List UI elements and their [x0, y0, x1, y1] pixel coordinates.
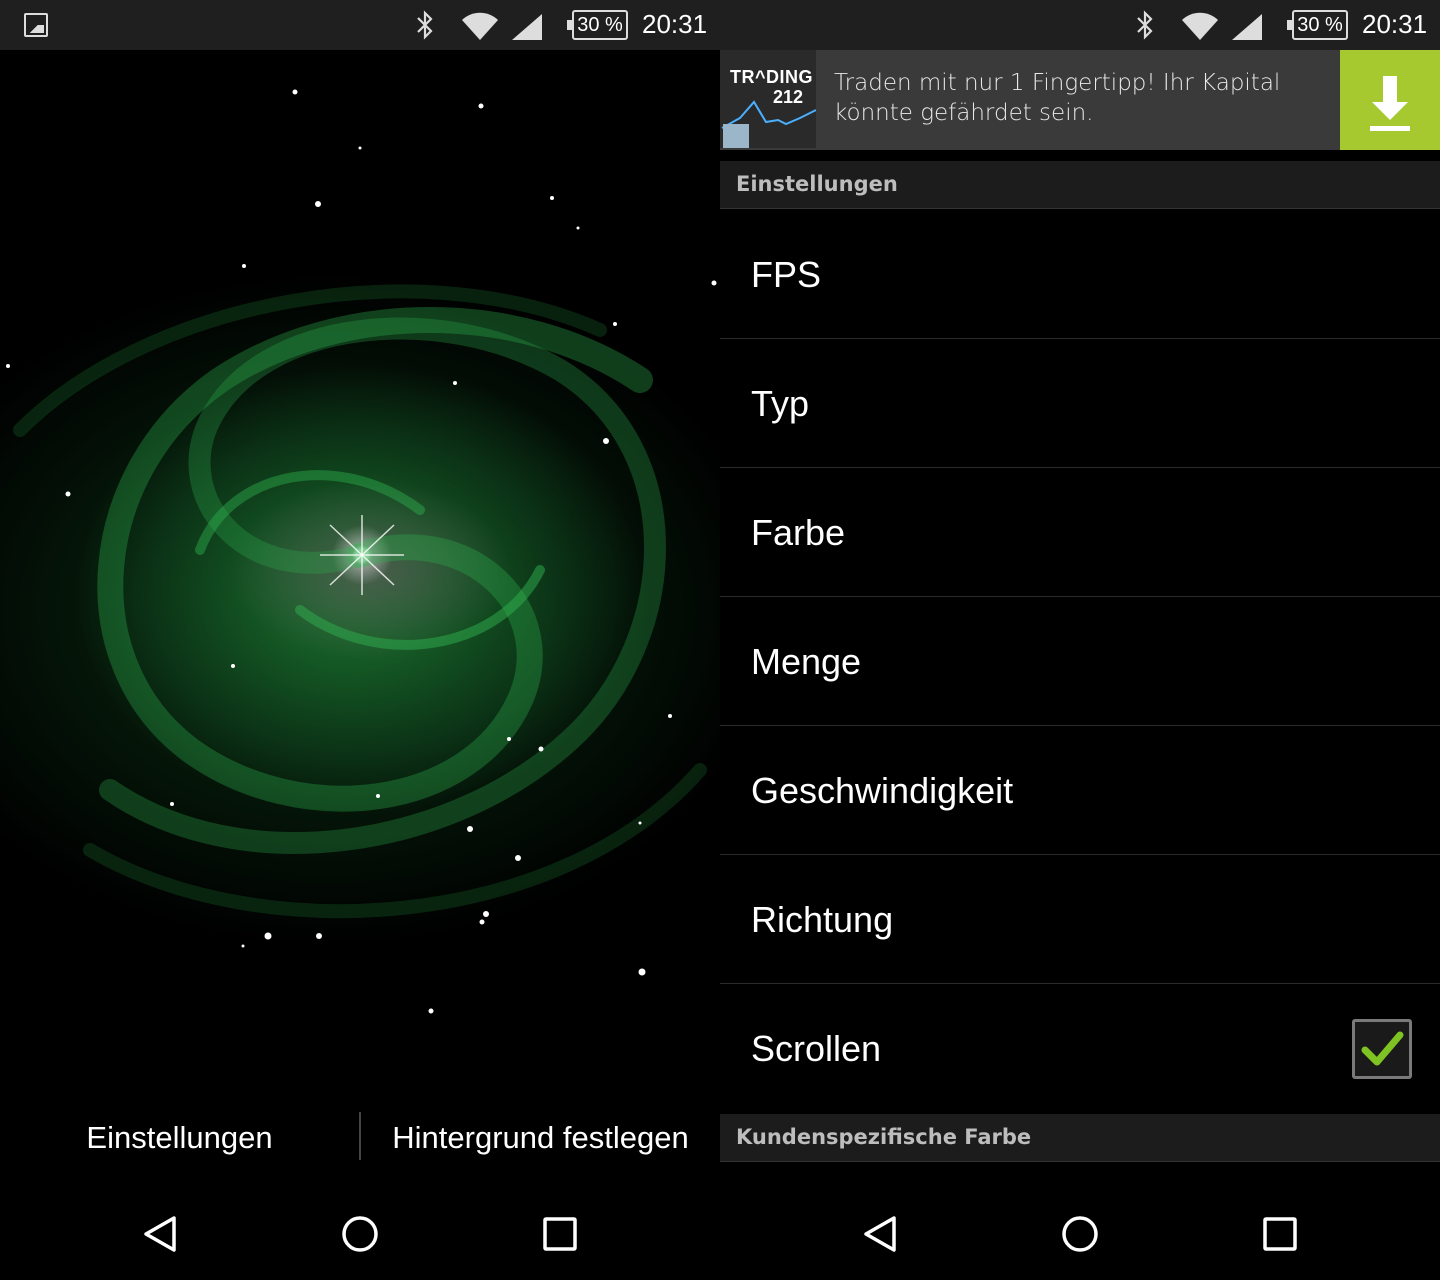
recents-icon[interactable]: [1260, 1214, 1300, 1254]
checkmark-icon: [1361, 1031, 1404, 1066]
ad-banner[interactable]: TR^DING 212 Traden mit nur 1 Fingertipp!…: [720, 50, 1440, 150]
back-icon[interactable]: [860, 1214, 900, 1254]
wallpaper-action-bar: Einstellungen Hintergrund festlegen: [0, 1088, 720, 1188]
pref-label: FPS: [751, 254, 822, 295]
signal-icon: [1232, 14, 1262, 40]
pref-label: Scrollen: [751, 1028, 882, 1069]
set-wallpaper-button[interactable]: Hintergrund festlegen: [361, 1088, 720, 1188]
section-header-custom-color: Kundenspezifische Farbe: [720, 1114, 1440, 1162]
download-icon: [1370, 76, 1410, 131]
pref-scrollen[interactable]: Scrollen: [720, 984, 1440, 1113]
ad-download-button[interactable]: [1340, 50, 1440, 150]
recents-icon[interactable]: [540, 1214, 580, 1254]
wifi-icon: [462, 12, 498, 40]
pref-farbe[interactable]: Farbe: [720, 468, 1440, 597]
pref-fps[interactable]: FPS: [720, 210, 1440, 339]
pref-richtung[interactable]: Richtung: [720, 855, 1440, 984]
scrollen-checkbox[interactable]: [1352, 1019, 1412, 1079]
clock: 20:31: [1362, 9, 1428, 39]
clock: 20:31: [642, 9, 708, 39]
wifi-icon: [1182, 12, 1218, 40]
bluetooth-icon: [1137, 10, 1153, 40]
pref-menge[interactable]: Menge: [720, 597, 1440, 726]
section-title: Kundenspezifische Farbe: [736, 1125, 1032, 1149]
settings-screen: 30 % 20:31 TR^DING 212 Traden mit nur 1 …: [720, 0, 1440, 1280]
settings-button[interactable]: Einstellungen: [0, 1088, 359, 1188]
navigation-bar: [0, 1188, 720, 1280]
ad-logo: TR^DING 212: [720, 50, 816, 148]
wallpaper-preview-screen: 30 % 20:31 Einstellungen Hintergrund fes…: [0, 0, 720, 1280]
pref-typ[interactable]: Typ: [720, 339, 1440, 468]
galaxy-swirl: [6, 89, 717, 1014]
pref-label: Menge: [751, 641, 862, 682]
status-bar: 30 % 20:31: [720, 0, 1440, 50]
signal-icon: [512, 14, 542, 40]
pref-label: Farbe: [751, 512, 846, 553]
ad-brand-line1: TR^DING: [730, 67, 814, 87]
ad-choices-icon[interactable]: [723, 124, 749, 148]
image-notification-icon: [24, 13, 48, 37]
ad-text[interactable]: Traden mit nur 1 Fingertipp! Ihr Kapital…: [834, 68, 1334, 128]
section-header-settings: Einstellungen: [720, 161, 1440, 209]
bluetooth-icon: [417, 10, 433, 40]
battery-indicator: 30 %: [1287, 10, 1348, 40]
pref-label: Geschwindigkeit: [751, 770, 1014, 811]
home-icon[interactable]: [340, 1214, 380, 1254]
back-icon[interactable]: [140, 1214, 180, 1254]
navigation-bar: [720, 1188, 1440, 1280]
pref-geschwindigkeit[interactable]: Geschwindigkeit: [720, 726, 1440, 855]
status-bar: 30 % 20:31: [0, 0, 720, 50]
section-title: Einstellungen: [736, 172, 898, 196]
galaxy-wallpaper: [0, 50, 720, 1090]
home-icon[interactable]: [1060, 1214, 1100, 1254]
pref-label: Richtung: [751, 899, 894, 940]
battery-indicator: 30 %: [567, 10, 628, 40]
pref-label: Typ: [751, 383, 810, 424]
